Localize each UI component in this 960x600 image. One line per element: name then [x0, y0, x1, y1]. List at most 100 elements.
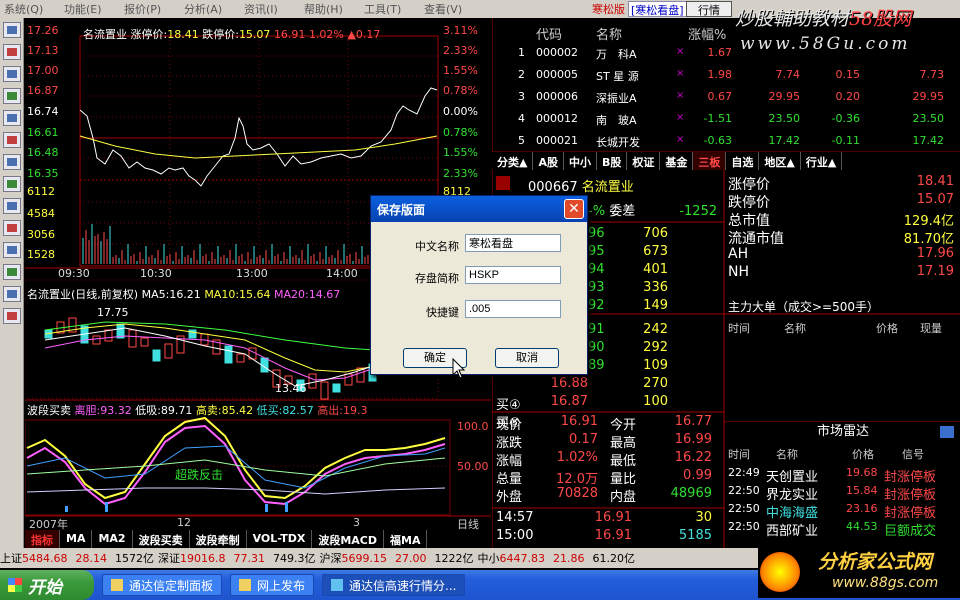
radar-time: 22:50 [728, 484, 760, 497]
task-tdx[interactable]: 通达信高速行情分... [322, 574, 466, 596]
tab-vol-tdx[interactable]: VOL-TDX [246, 530, 313, 548]
stock-change: 0.20 [835, 90, 861, 103]
lock-icon[interactable] [3, 308, 21, 324]
cn-name-input[interactable] [465, 234, 561, 252]
f10-label: 总市值 [728, 213, 770, 229]
tab-ma[interactable]: MA [60, 530, 93, 548]
stat-label: 涨幅 [496, 454, 523, 469]
zx-amount: 61.20亿 [592, 552, 636, 565]
col-name-header[interactable]: 名称 [596, 24, 622, 43]
stock-row[interactable]: 4 000012 南 玻A × -1.51 23.50 -0.36 23.50 [492, 110, 960, 130]
grid-icon[interactable] [3, 22, 21, 38]
stat-value: 0.99 [683, 468, 712, 483]
tab-band-trade[interactable]: 波段买卖 [132, 530, 190, 548]
radar-row[interactable]: 22:50 西部矿业 44.53 巨额成交 [728, 520, 960, 539]
radar-signal: 封涨停板 [884, 488, 937, 503]
stock-flag-icon [496, 176, 510, 190]
stock-bid: 23.50 [912, 112, 945, 125]
stock-row[interactable]: 3 000006 深振业A × 0.67 29.95 0.20 29.95 [492, 88, 960, 108]
document-icon[interactable] [3, 154, 21, 170]
table-icon[interactable] [3, 110, 21, 126]
menu-info[interactable]: 资讯(I) [244, 1, 296, 17]
price-tick: 17.00 [27, 64, 59, 77]
tick-time: 14:57 [496, 510, 534, 525]
sell-price: 95 [588, 244, 605, 259]
menu-function[interactable]: 功能(E) [64, 1, 116, 17]
list-icon[interactable] [3, 44, 21, 60]
tab-band-hold[interactable]: 波段牵制 [189, 530, 247, 548]
tab-indicator[interactable]: 指标 [25, 530, 60, 548]
category-tab[interactable]: 行业▲ [800, 152, 843, 170]
tab-band-macd[interactable]: 波段MACD [312, 530, 385, 548]
category-tab[interactable]: A股 [533, 152, 564, 170]
f10-value: 81.70亿 [903, 232, 954, 247]
category-tab[interactable]: B股 [596, 152, 628, 170]
task-panel[interactable]: 通达信定制面板 [102, 574, 223, 596]
menu-tools[interactable]: 工具(T) [364, 1, 416, 17]
start-button[interactable]: 开始 [0, 570, 94, 600]
radar-title: 市场雷达 [726, 422, 960, 442]
intraday-chg: ▲0.17 [347, 28, 381, 41]
kline-title: 名流置业(日线,前复权) [27, 288, 139, 301]
menu-quote[interactable]: 报价(P) [124, 1, 176, 17]
cancel-button[interactable]: 取消 [495, 348, 559, 368]
f10-value: 18.41 [916, 174, 954, 189]
radar-name: 中海海盛 [766, 506, 819, 521]
stock-name: 长城开发 [596, 136, 640, 149]
ma10-value: MA10:15.64 [204, 288, 271, 301]
close-icon[interactable]: ✕ [564, 199, 584, 219]
radar-row[interactable]: 22:49 天创置业 19.68 封涨停板 [728, 466, 960, 485]
buy-level-4: 买④ [496, 398, 521, 413]
wifi-icon[interactable] [3, 286, 21, 302]
menu-view[interactable]: 查看(V) [424, 1, 476, 17]
col-pct-header[interactable]: 涨幅% [688, 24, 726, 43]
sell-price: 94 [588, 262, 605, 277]
category-tab[interactable]: 中小 [563, 152, 597, 170]
folder-icon[interactable] [3, 176, 21, 192]
report-icon[interactable] [3, 132, 21, 148]
hotkey-input[interactable] [465, 300, 561, 318]
radar-time: 22:50 [728, 502, 760, 515]
category-tab[interactable]: 自选 [726, 152, 760, 170]
quote-button[interactable]: 行情 [686, 1, 732, 17]
tab-fu-ma[interactable]: 福MA [384, 530, 428, 548]
radar-row[interactable]: 22:50 中海海盛 23.16 封涨停板 [728, 502, 960, 521]
category-tab[interactable]: 三板 [693, 152, 727, 170]
buy-price: 16.88 [550, 376, 588, 391]
menu-help[interactable]: 帮助(H) [304, 1, 356, 17]
stat-value: 0.17 [569, 432, 598, 447]
settings-icon[interactable] [3, 264, 21, 280]
big-col-vol: 现量 [920, 322, 942, 335]
col-code-header[interactable]: 代码 [536, 24, 562, 43]
sell-price: 93 [588, 280, 605, 295]
tab-ma2[interactable]: MA2 [92, 530, 133, 548]
stock-row[interactable]: 5 000021 长城开发 × -0.63 17.42 -0.11 17.42 [492, 132, 960, 152]
category-tab[interactable]: 权证 [627, 152, 661, 170]
menu-analysis[interactable]: 分析(A) [184, 1, 236, 17]
tick-volume: 5185 [678, 528, 712, 543]
category-tab[interactable]: 地区▲ [759, 152, 801, 170]
kline-candle [224, 345, 233, 364]
intraday-stock-name: 名流置业 [83, 28, 127, 41]
category-tab[interactable]: 分类▲ [492, 152, 534, 170]
indicator-value-d: 低买:82.57 [256, 404, 314, 417]
indicator-icon[interactable] [3, 220, 21, 236]
tick-volume: 30 [695, 510, 712, 525]
stock-row[interactable]: 2 000005 ST 星 源 × 1.98 7.74 0.15 7.73 [492, 66, 960, 86]
kline-low-label: 13.46 [275, 382, 307, 395]
sell-price: 92 [588, 298, 605, 313]
users-icon[interactable] [3, 198, 21, 214]
window-icon[interactable] [3, 242, 21, 258]
kline-icon[interactable] [3, 88, 21, 104]
chart-icon[interactable] [3, 66, 21, 82]
radar-row[interactable]: 22:50 界龙实业 15.84 封涨停板 [728, 484, 960, 503]
ad-title: 分析家公式网 [818, 551, 933, 573]
save-layout-dialog: 保存版面 ✕ 中文名称 存盘简称 快捷键 确定 取消 [370, 195, 588, 375]
tick-time: 15:00 [496, 528, 534, 543]
category-tab[interactable]: 基金 [660, 152, 694, 170]
menu-system[interactable]: 系统(Q) [4, 1, 56, 17]
abbr-input[interactable] [465, 266, 561, 284]
radar-settings-icon[interactable] [940, 426, 954, 438]
task-publish[interactable]: 网上发布 [230, 574, 315, 596]
add-icon: × [676, 68, 685, 79]
